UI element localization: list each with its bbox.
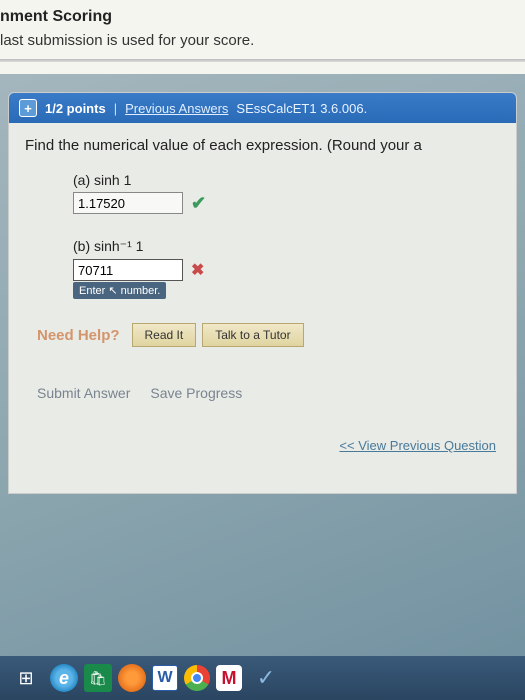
ie-icon[interactable]: e (50, 664, 78, 692)
help-row: Need Help? Read It Talk to a Tutor (37, 323, 500, 347)
word-icon[interactable]: W (152, 665, 178, 691)
x-icon: ✖ (191, 260, 204, 280)
question-prompt: Find the numerical value of each express… (25, 137, 500, 154)
points-text: 1/2 points (45, 101, 106, 116)
scoring-subtitle: last submission is used for your score. (0, 32, 525, 49)
part-b-label: (b) sinh⁻¹ 1 (73, 238, 500, 255)
submit-answer-button[interactable]: Submit Answer (37, 385, 130, 401)
start-menu-icon[interactable]: ⊞ (8, 662, 44, 694)
previous-answers-link[interactable]: Previous Answers (125, 101, 228, 116)
scoring-title: nment Scoring (0, 8, 525, 26)
taskbar: ⊞ e 🛍 W M ✓ (0, 656, 525, 700)
input-tooltip: Enter ↖ number. (73, 282, 166, 299)
expand-icon[interactable]: + (19, 99, 37, 117)
view-previous-question-link[interactable]: << View Previous Question (339, 438, 496, 453)
check-icon: ✔ (191, 193, 206, 214)
divider (0, 59, 525, 62)
separator: | (114, 101, 117, 116)
chrome-icon[interactable] (184, 665, 210, 691)
part-a-label: (a) sinh 1 (73, 172, 500, 188)
part-b: (b) sinh⁻¹ 1 ✖ Enter ↖ number. (73, 238, 500, 299)
shield-icon[interactable]: ✓ (248, 662, 284, 694)
part-b-input[interactable] (73, 259, 183, 281)
prev-question-nav: << View Previous Question (25, 437, 500, 453)
points-bar: + 1/2 points | Previous Answers SEssCalc… (9, 93, 516, 123)
scoring-header: nment Scoring last submission is used fo… (0, 0, 525, 74)
part-a: (a) sinh 1 ✔ (73, 172, 500, 214)
firefox-icon[interactable] (118, 664, 146, 692)
save-progress-button[interactable]: Save Progress (150, 385, 242, 401)
question-body: Find the numerical value of each express… (9, 123, 516, 493)
store-icon[interactable]: 🛍 (84, 664, 112, 692)
talk-to-tutor-button[interactable]: Talk to a Tutor (202, 323, 303, 347)
question-reference: SEssCalcET1 3.6.006. (236, 101, 367, 116)
part-a-input[interactable] (73, 192, 183, 214)
action-row: Submit Answer Save Progress (37, 385, 500, 401)
read-it-button[interactable]: Read It (132, 323, 197, 347)
question-panel: + 1/2 points | Previous Answers SEssCalc… (8, 92, 517, 494)
need-help-label: Need Help? (37, 327, 120, 344)
mcafee-icon[interactable]: M (216, 665, 242, 691)
